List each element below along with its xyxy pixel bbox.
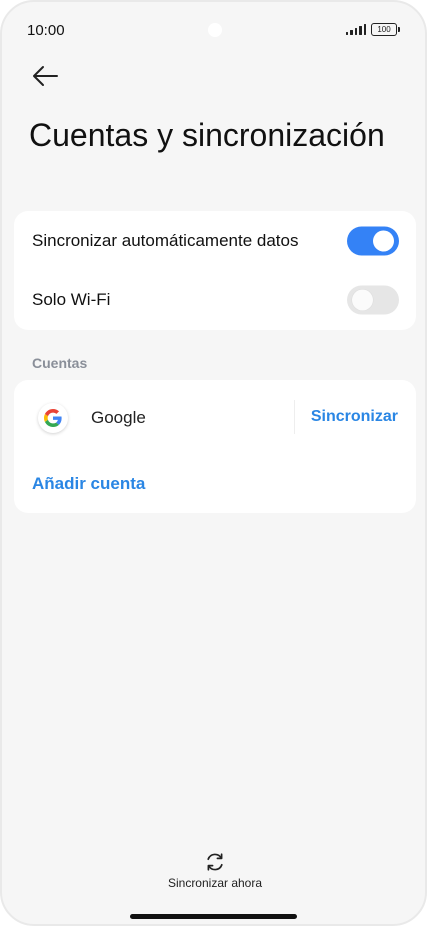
status-icons: 100	[345, 23, 400, 36]
status-time: 10:00	[27, 22, 65, 39]
google-account-name[interactable]: Google	[91, 408, 146, 428]
wifi-only-toggle[interactable]	[347, 285, 399, 315]
sync-now-button[interactable]: Sincronizar ahora	[155, 850, 275, 892]
sync-now-label: Sincronizar ahora	[167, 876, 263, 890]
sync-settings-card: Sincronizar automáticamente datos Solo W…	[14, 211, 416, 330]
wifi-only-label: Solo Wi-Fi	[32, 290, 111, 309]
google-logo-icon	[38, 403, 68, 433]
auto-sync-toggle[interactable]	[347, 226, 399, 256]
auto-sync-label: Sincronizar automáticamente datos	[32, 231, 299, 250]
phone-screen: 10:00 100 Cuentas y sincronización Sincr…	[0, 0, 427, 926]
page-title: Cuentas y sincronización	[29, 117, 385, 153]
auto-sync-row[interactable]: Sincronizar automáticamente datos	[14, 212, 416, 270]
battery-icon: 100	[371, 23, 400, 36]
home-indicator[interactable]	[130, 914, 297, 919]
wifi-only-row[interactable]: Solo Wi-Fi	[14, 271, 416, 329]
back-button[interactable]	[30, 62, 60, 90]
toggle-knob	[352, 289, 373, 311]
accounts-card: Google Sincronizar Añadir cuenta	[14, 380, 416, 513]
toggle-knob	[373, 230, 394, 252]
front-camera	[208, 23, 222, 37]
add-account-button[interactable]: Añadir cuenta	[32, 474, 145, 494]
status-bar: 10:00 100	[2, 2, 425, 58]
divider	[294, 400, 295, 434]
sync-google-button[interactable]: Sincronizar	[311, 408, 398, 426]
sync-icon	[207, 853, 223, 871]
signal-icon	[345, 24, 366, 35]
accounts-section-header: Cuentas	[32, 355, 88, 371]
arrow-left-icon	[33, 66, 58, 86]
